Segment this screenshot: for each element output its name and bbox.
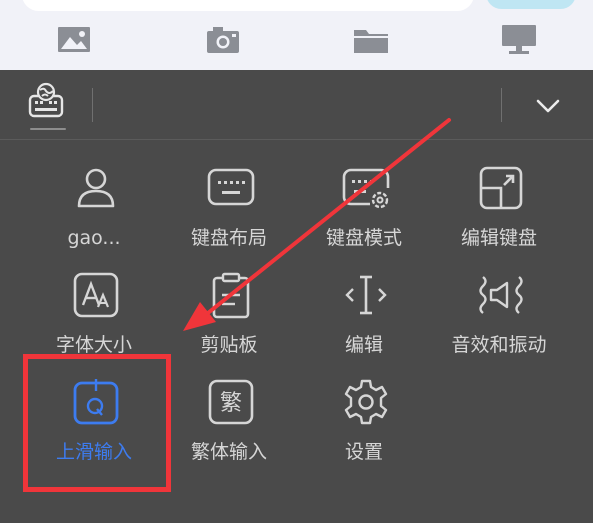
menu-item-swipe-input[interactable]: 上滑输入 — [26, 354, 162, 463]
menu-item-label: 音效和振动 — [451, 334, 547, 356]
sound-vibration-icon — [477, 271, 525, 319]
swipe-input-icon — [72, 378, 120, 426]
image-icon[interactable] — [55, 22, 95, 58]
user-icon — [72, 164, 120, 212]
menu-item-edit-keyboard[interactable]: 编辑键盘 — [431, 140, 567, 249]
font-size-icon — [72, 271, 120, 319]
menu-item-label: 设置 — [344, 441, 383, 463]
menu-item-font-size[interactable]: 字体大小 — [26, 247, 162, 356]
settings-icon — [342, 378, 390, 426]
menu-item-settings[interactable]: 设置 — [296, 354, 432, 463]
menu-item-label: 上滑输入 — [55, 441, 132, 463]
traditional-chinese-icon: 繁 — [207, 378, 255, 426]
toolbar-divider — [501, 88, 502, 122]
clipboard-icon — [207, 271, 255, 319]
computer-icon[interactable] — [499, 22, 539, 58]
edit-cursor-icon — [342, 271, 390, 319]
keyboard-toolbar — [0, 70, 593, 140]
menu-item-clipboard[interactable]: 剪贴板 — [161, 247, 297, 356]
menu-item-label: 繁体输入 — [190, 441, 267, 463]
keyboard-mode-icon — [342, 164, 390, 212]
toolbar-divider — [92, 88, 93, 122]
keyboard-menu-panel: gao... 键盘布局 键盘模式 编辑键盘 字体大小 剪贴板 编辑 音效和振动 … — [0, 140, 593, 523]
menu-item-sound-vibration[interactable]: 音效和振动 — [431, 247, 567, 356]
menu-item-account[interactable]: gao... — [26, 140, 162, 249]
active-tab-indicator — [30, 128, 66, 130]
chevron-down-icon[interactable] — [528, 90, 568, 122]
menu-item-keyboard-layout[interactable]: 键盘布局 — [161, 140, 297, 249]
folder-icon[interactable] — [351, 22, 391, 58]
menu-item-traditional-input[interactable]: 繁 繁体输入 — [161, 354, 297, 463]
message-input[interactable] — [22, 0, 474, 11]
keyboard-globe-icon[interactable] — [26, 82, 66, 122]
attachment-bar — [0, 0, 593, 70]
edit-keyboard-icon — [477, 164, 525, 212]
menu-item-keyboard-mode[interactable]: 键盘模式 — [296, 140, 432, 249]
camera-icon[interactable] — [203, 22, 243, 58]
keyboard-layout-icon — [207, 164, 255, 212]
traditional-glyph: 繁 — [220, 391, 242, 416]
menu-item-edit[interactable]: 编辑 — [296, 247, 432, 356]
send-button[interactable] — [486, 0, 576, 9]
